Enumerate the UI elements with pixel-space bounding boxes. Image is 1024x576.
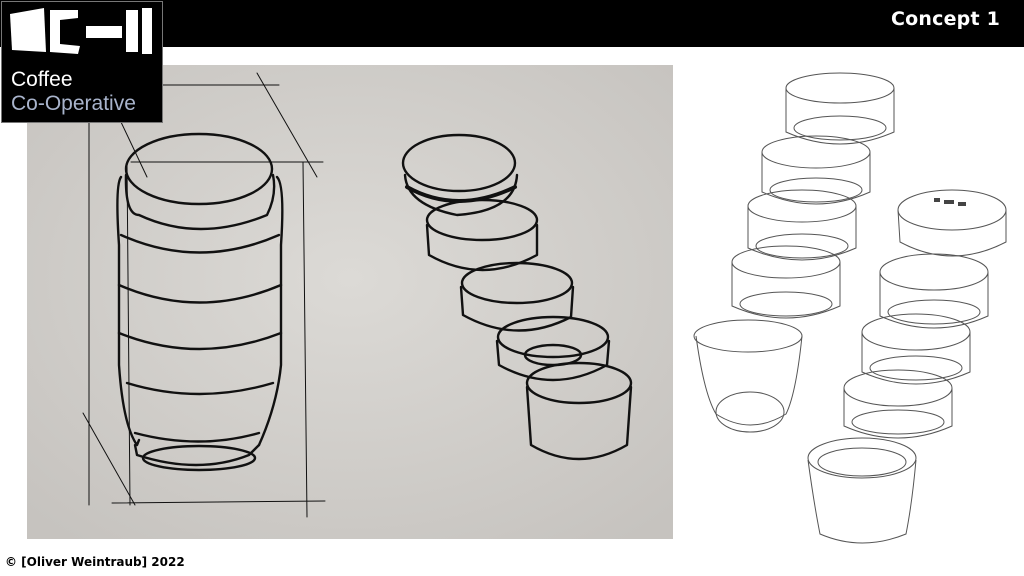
copyright-notice: © [Oliver Weintraub] 2022 [5,555,185,569]
sketch-drawing [27,65,673,539]
coffee-cup-icon [10,8,152,54]
logo-text-cooperative: Co-Operative [11,92,136,115]
cad-drawing [690,64,1020,548]
sketch-photo [27,65,673,539]
logo-text-coffee: Coffee [11,68,73,91]
slide-title: Concept 1 [891,8,1000,30]
cad-illustration [693,72,1007,544]
brand-logo: Coffee Co-Operative [1,1,163,123]
